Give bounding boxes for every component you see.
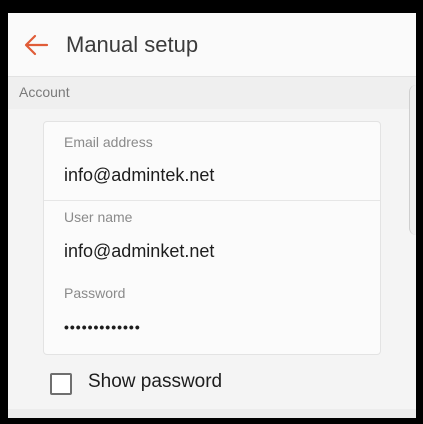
scroll-indicator[interactable]: [409, 85, 416, 235]
section-header: Account: [8, 76, 416, 109]
manual-setup-screen: Manual setup Account Email address info@…: [8, 13, 416, 418]
password-input[interactable]: •••••••••••••: [64, 319, 141, 335]
section-label: Account: [19, 84, 70, 100]
email-input[interactable]: info@admintek.net: [64, 165, 214, 186]
app-bar: Manual setup: [8, 13, 416, 76]
show-password-label: Show password: [88, 371, 223, 392]
password-field[interactable]: Password •••••••••••••: [44, 277, 380, 354]
email-label: Email address: [64, 134, 153, 150]
username-input[interactable]: info@adminket.net: [64, 241, 214, 262]
email-field[interactable]: Email address info@admintek.net: [44, 122, 380, 200]
show-password-checkbox[interactable]: [50, 373, 72, 395]
username-label: User name: [64, 209, 133, 225]
username-field[interactable]: User name info@adminket.net: [44, 201, 380, 277]
page-title: Manual setup: [66, 32, 199, 57]
back-arrow-icon[interactable]: [23, 33, 49, 57]
password-label: Password: [64, 285, 126, 301]
account-form: Email address info@admintek.net User nam…: [43, 121, 381, 355]
bottom-strip: [8, 409, 416, 418]
